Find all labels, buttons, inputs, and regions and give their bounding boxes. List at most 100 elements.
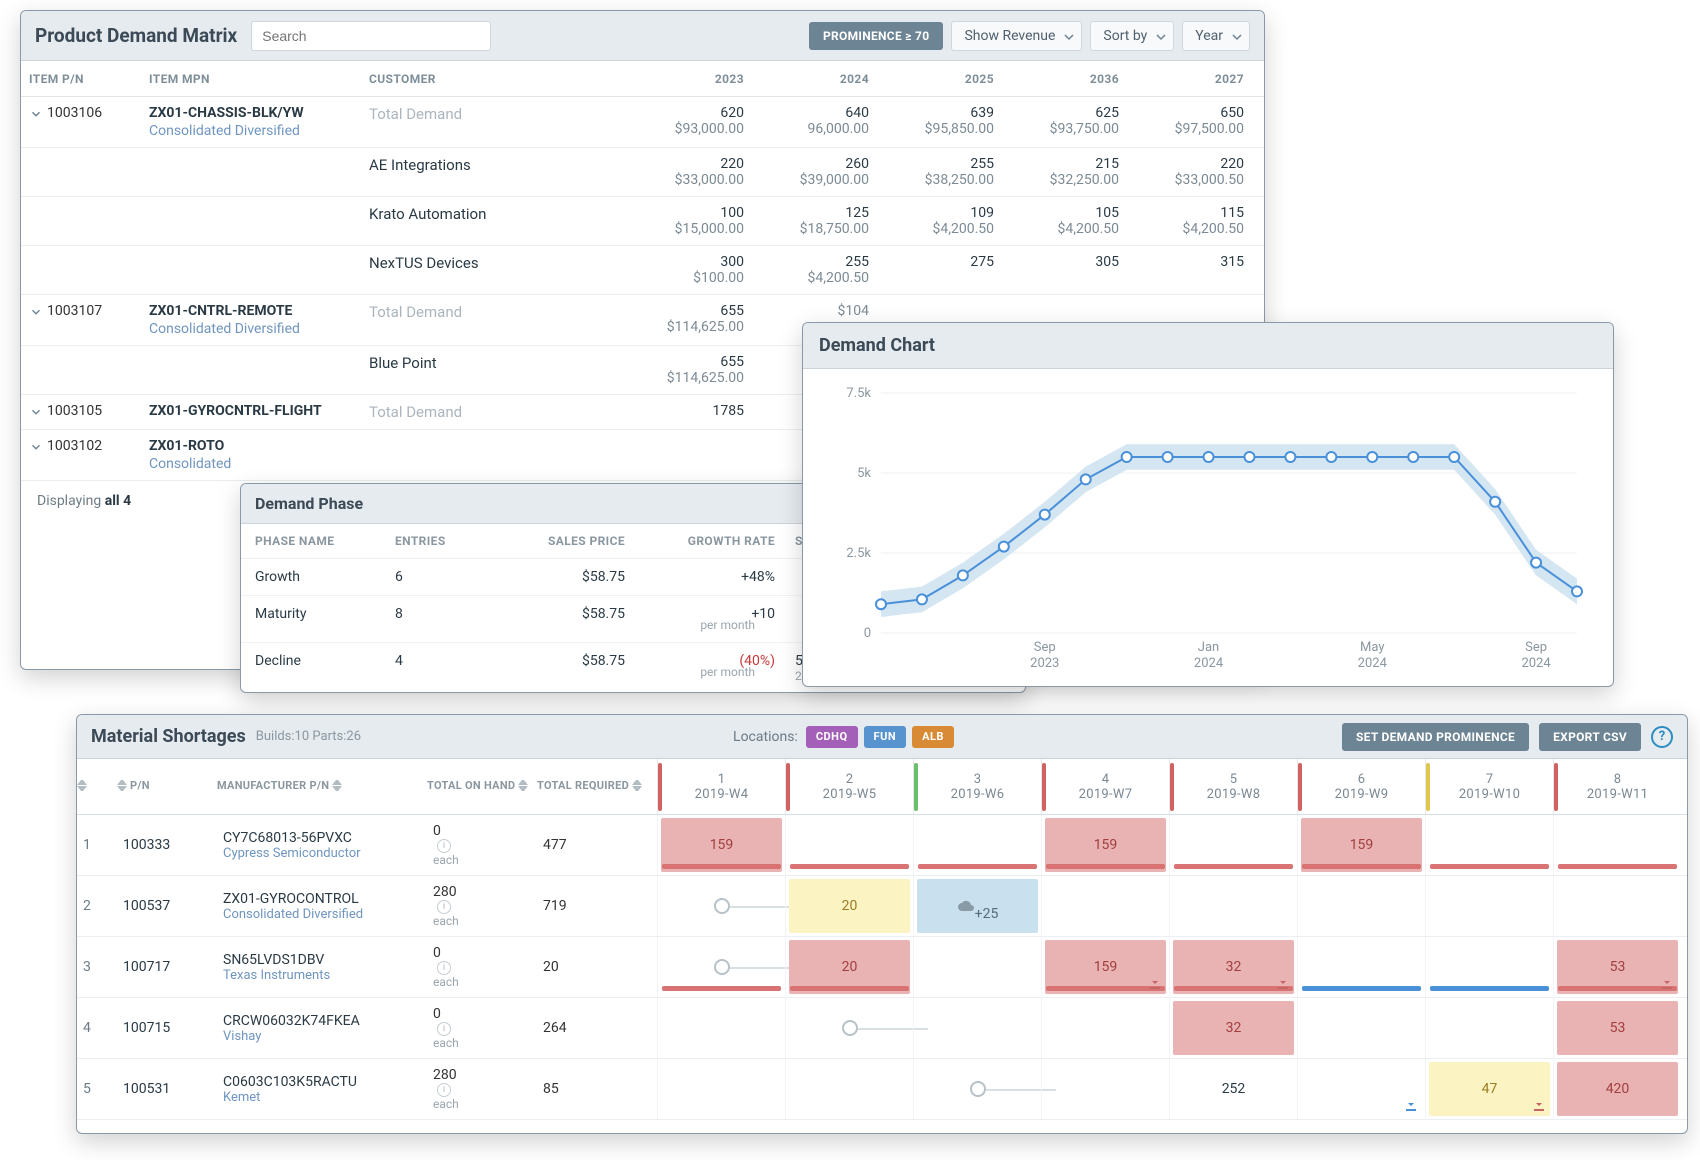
week-cell[interactable]: 53 — [1553, 937, 1681, 997]
week-cell[interactable] — [657, 998, 785, 1058]
shortage-row[interactable]: 4100715CRCW06032K74FKEAVishay0ieach26432… — [77, 998, 1687, 1059]
week-cell[interactable] — [1553, 876, 1681, 936]
week-header[interactable]: 32019-W6 — [913, 759, 1041, 814]
company-link[interactable]: Consolidated Diversified — [149, 123, 369, 139]
week-cell[interactable]: 20 — [785, 876, 913, 936]
export-csv-button[interactable]: EXPORT CSV — [1539, 723, 1641, 751]
slider-handle[interactable] — [842, 1020, 858, 1036]
week-cell[interactable]: 47 — [1425, 1059, 1553, 1119]
download-icon[interactable] — [1147, 975, 1163, 991]
week-cell[interactable]: 32 — [1169, 937, 1297, 997]
week-cell[interactable] — [913, 1059, 1041, 1119]
week-cell[interactable] — [1297, 876, 1425, 936]
week-cell[interactable] — [657, 1059, 785, 1119]
shortage-cell[interactable]: +25 — [917, 879, 1038, 933]
week-header[interactable]: 82019-W11 — [1553, 759, 1681, 814]
demand-row[interactable]: Krato Automation100$15,000.00125$18,750.… — [21, 196, 1264, 245]
manufacturer-link[interactable]: Vishay — [223, 1029, 421, 1044]
prominence-filter-button[interactable]: PROMINENCE ≥ 70 — [809, 22, 943, 50]
location-badge-alb[interactable]: ALB — [912, 726, 954, 748]
chevron-down-icon[interactable] — [29, 405, 43, 419]
week-cell[interactable]: 20 — [785, 937, 913, 997]
week-cell[interactable] — [913, 998, 1041, 1058]
week-cell[interactable] — [1425, 998, 1553, 1058]
sort-by-select[interactable]: Sort by — [1090, 21, 1174, 51]
download-icon[interactable] — [1659, 975, 1675, 991]
week-header[interactable]: 42019-W7 — [1041, 759, 1169, 814]
info-icon[interactable]: i — [437, 900, 451, 914]
week-cell[interactable] — [913, 937, 1041, 997]
demand-row[interactable]: NexTUS Devices300$100.00255$4,200.502753… — [21, 245, 1264, 294]
set-demand-prominence-button[interactable]: SET DEMAND PROMINENCE — [1342, 723, 1529, 751]
week-cell[interactable] — [1425, 876, 1553, 936]
chevron-down-icon[interactable] — [29, 440, 43, 454]
week-cell[interactable]: 159 — [657, 815, 785, 875]
year-select[interactable]: Year — [1182, 21, 1250, 51]
sort-icon[interactable] — [332, 780, 342, 794]
slider-handle[interactable] — [970, 1081, 986, 1097]
shortage-cell[interactable]: 32 — [1173, 1001, 1294, 1055]
week-cell[interactable] — [913, 815, 1041, 875]
week-cell[interactable]: 53 — [1553, 998, 1681, 1058]
week-cell[interactable] — [1169, 815, 1297, 875]
week-cell[interactable]: 420 — [1553, 1059, 1681, 1119]
week-cell[interactable] — [1553, 815, 1681, 875]
demand-row[interactable]: AE Integrations220$33,000.00260$39,000.0… — [21, 147, 1264, 196]
week-cell[interactable]: 159 — [1041, 815, 1169, 875]
info-icon[interactable]: i — [437, 1083, 451, 1097]
shortage-row[interactable]: 1100333CY7C68013-56PVXCCypress Semicondu… — [77, 815, 1687, 876]
week-header[interactable]: 22019-W5 — [785, 759, 913, 814]
shortage-row[interactable]: 3100717SN65LVDS1DBVTexas Instruments0iea… — [77, 937, 1687, 998]
week-cell[interactable] — [1425, 937, 1553, 997]
sort-icon[interactable] — [518, 780, 528, 794]
location-badge-cdhq[interactable]: CDHQ — [806, 726, 858, 748]
week-header[interactable]: 72019-W10 — [1425, 759, 1553, 814]
slider-handle[interactable] — [714, 898, 730, 914]
week-cell[interactable] — [785, 998, 913, 1058]
search-input[interactable] — [251, 21, 491, 51]
week-cell[interactable]: 159 — [1297, 815, 1425, 875]
shortage-row[interactable]: 5100531C0603C103K5RACTUKemet280ieach8525… — [77, 1059, 1687, 1120]
week-header[interactable]: 52019-W8 — [1169, 759, 1297, 814]
week-cell[interactable] — [1169, 876, 1297, 936]
company-link[interactable]: Consolidated Diversified — [149, 321, 369, 337]
chevron-down-icon[interactable] — [29, 107, 43, 121]
shortage-cell[interactable]: 53 — [1557, 1001, 1678, 1055]
slider-handle[interactable] — [714, 959, 730, 975]
sort-icon[interactable] — [77, 780, 87, 794]
week-header[interactable]: 12019-W4 — [657, 759, 785, 814]
week-cell[interactable]: 159 — [1041, 937, 1169, 997]
manufacturer-link[interactable]: Texas Instruments — [223, 968, 421, 983]
week-cell[interactable] — [1041, 876, 1169, 936]
week-cell[interactable] — [1297, 937, 1425, 997]
show-revenue-select[interactable]: Show Revenue — [951, 21, 1082, 51]
shortage-cell[interactable]: 420 — [1557, 1062, 1678, 1116]
download-icon[interactable] — [1403, 1097, 1419, 1113]
week-cell[interactable] — [657, 937, 785, 997]
demand-row[interactable]: 1003106ZX01-CHASSIS-BLK/YWConsolidated D… — [21, 97, 1264, 147]
week-cell[interactable] — [1041, 1059, 1169, 1119]
week-cell[interactable] — [1297, 998, 1425, 1058]
manufacturer-link[interactable]: Cypress Semiconductor — [223, 846, 421, 861]
week-cell[interactable] — [785, 1059, 913, 1119]
sort-icon[interactable] — [117, 780, 127, 794]
week-cell[interactable] — [785, 815, 913, 875]
shortage-row[interactable]: 2100537ZX01-GYROCONTROLConsolidated Dive… — [77, 876, 1687, 937]
download-icon[interactable] — [1531, 1097, 1547, 1113]
manufacturer-link[interactable]: Consolidated Diversified — [223, 907, 421, 922]
week-cell[interactable] — [1041, 998, 1169, 1058]
week-cell[interactable]: 32 — [1169, 998, 1297, 1058]
week-cell[interactable] — [1425, 815, 1553, 875]
week-header[interactable]: 62019-W9 — [1297, 759, 1425, 814]
sort-icon[interactable] — [632, 780, 642, 794]
info-icon[interactable]: i — [437, 839, 451, 853]
week-cell[interactable]: 252 — [1169, 1059, 1297, 1119]
help-icon[interactable]: ? — [1651, 726, 1673, 748]
manufacturer-link[interactable]: Kemet — [223, 1090, 421, 1105]
location-badge-fun[interactable]: FUN — [864, 726, 907, 748]
shortage-cell[interactable]: 20 — [789, 879, 910, 933]
chevron-down-icon[interactable] — [29, 305, 43, 319]
week-cell[interactable]: +25 — [913, 876, 1041, 936]
info-icon[interactable]: i — [437, 1022, 451, 1036]
info-icon[interactable]: i — [437, 961, 451, 975]
